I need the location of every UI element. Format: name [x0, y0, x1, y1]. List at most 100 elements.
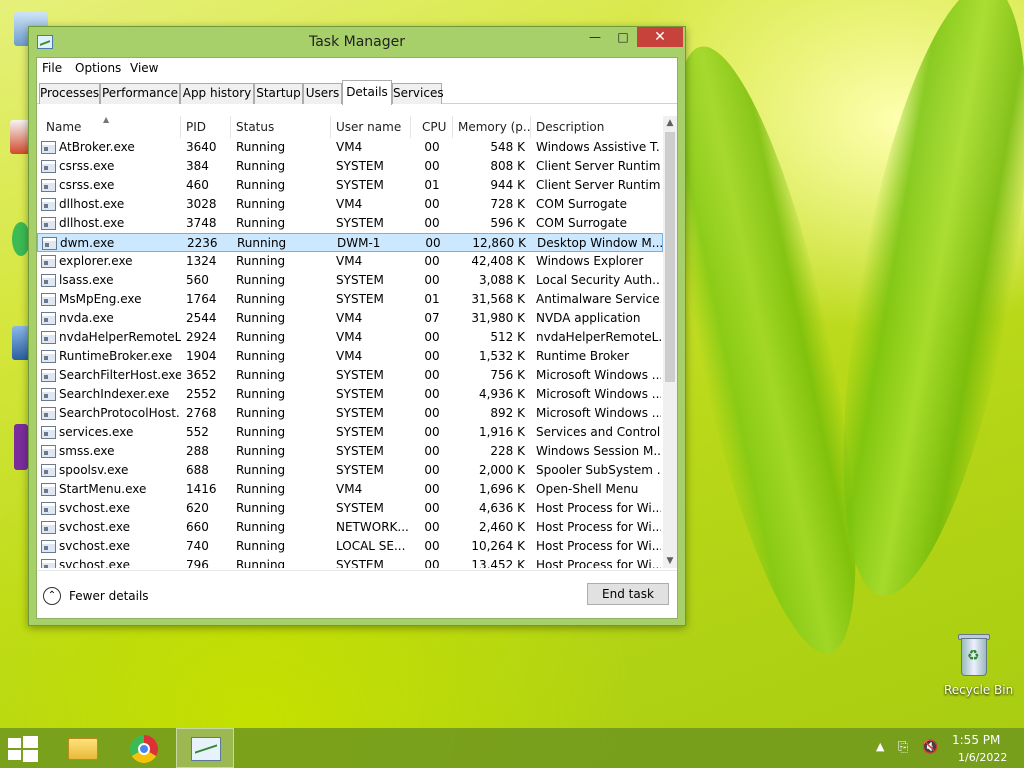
table-row[interactable]: svchost.exe 796 Running SYSTEM 00 13,452 K Hos… [37, 556, 663, 568]
cell-mem: 10,264 K [471, 539, 525, 553]
column-header-user-name[interactable]: User name [331, 116, 411, 138]
show-hidden-icons-icon[interactable]: ▲ [876, 740, 884, 753]
table-row[interactable]: StartMenu.exe 1416 Running VM4 00 1,696 K Open… [37, 480, 663, 499]
cell-desc: Host Process for Wi... [536, 558, 661, 568]
cell-pid: 1416 [186, 482, 217, 496]
table-row[interactable]: smss.exe 288 Running SYSTEM 00 228 K Windows S… [37, 442, 663, 461]
tab-details[interactable]: Details [342, 80, 392, 105]
menu-view[interactable]: View [130, 61, 158, 75]
scroll-down-icon[interactable]: ▼ [663, 554, 677, 568]
close-button[interactable]: ✕ [637, 27, 683, 47]
desktop-icon-data[interactable] [10, 120, 30, 154]
tab-startup[interactable]: Startup [254, 83, 303, 104]
cell-user: LOCAL SE... [336, 539, 406, 553]
table-row[interactable]: nvda.exe 2544 Running VM4 07 31,980 K NVDA app… [37, 309, 663, 328]
tab-app-history[interactable]: App history [180, 83, 254, 104]
cell-user: SYSTEM [336, 387, 384, 401]
table-row[interactable]: spoolsv.exe 688 Running SYSTEM 00 2,000 K Spoo… [37, 461, 663, 480]
table-row[interactable]: dllhost.exe 3028 Running VM4 00 728 K COM Surr… [37, 195, 663, 214]
cell-status: Running [236, 482, 286, 496]
scroll-up-icon[interactable]: ▲ [663, 116, 677, 130]
table-row[interactable]: dllhost.exe 3748 Running SYSTEM 00 596 K COM S… [37, 214, 663, 233]
tab-performance[interactable]: Performance [100, 83, 180, 104]
cell-pid: 3748 [186, 216, 217, 230]
table-row[interactable]: dwm.exe 2236 Running DWM-1 00 12,860 K Desktop… [37, 233, 663, 252]
taskbar-file-explorer[interactable] [52, 728, 110, 768]
cell-status: Running [236, 406, 286, 420]
taskbar-chrome[interactable] [114, 728, 172, 768]
cell-cpu: 00 [424, 387, 440, 401]
column-header-pid[interactable]: PID [181, 116, 231, 138]
cell-cpu: 00 [424, 520, 440, 534]
table-row[interactable]: SearchIndexer.exe 2552 Running SYSTEM 00 4,93… [37, 385, 663, 404]
table-row[interactable]: csrss.exe 460 Running SYSTEM 01 944 K Client S… [37, 176, 663, 195]
cell-name: lsass.exe [59, 273, 114, 287]
windows-start-icon[interactable] [8, 736, 38, 762]
scrollbar-thumb[interactable] [665, 132, 675, 382]
table-body: AtBroker.exe 3640 Running VM4 00 548 K Windows… [37, 138, 663, 568]
cell-desc: Services and Control... [536, 425, 661, 439]
cell-pid: 2544 [186, 311, 217, 325]
cell-desc: Windows Assistive T... [536, 140, 661, 154]
cell-pid: 2236 [187, 236, 218, 250]
fewer-details-link[interactable]: Fewer details [69, 589, 149, 603]
tab-services[interactable]: Services [392, 83, 444, 104]
cell-mem: 512 K [490, 330, 525, 344]
title-bar[interactable]: Task Manager — □ ✕ [29, 27, 685, 57]
menu-file[interactable]: File [42, 61, 62, 75]
column-header-description[interactable]: Description [531, 116, 663, 138]
cell-user: VM4 [336, 311, 363, 325]
cell-mem: 2,000 K [478, 463, 525, 477]
cell-user: VM4 [336, 330, 363, 344]
cell-status: Running [236, 520, 286, 534]
tab-processes[interactable]: Processes [39, 83, 100, 104]
cell-cpu: 00 [424, 368, 440, 382]
cell-status: Running [236, 140, 286, 154]
cell-cpu: 00 [424, 197, 440, 211]
column-header-name[interactable]: Name ▲ [37, 116, 181, 138]
taskbar-task-manager[interactable] [176, 728, 234, 768]
table-row[interactable]: csrss.exe 384 Running SYSTEM 00 808 K Client S… [37, 157, 663, 176]
column-header-cpu[interactable]: CPU [411, 116, 453, 138]
table-row[interactable]: nvdaHelperRemoteL... 2924 Running VM4 00 512 … [37, 328, 663, 347]
cell-pid: 1764 [186, 292, 217, 306]
table-row[interactable]: lsass.exe 560 Running SYSTEM 00 3,088 K Local … [37, 271, 663, 290]
table-row[interactable]: SearchFilterHost.exe 3652 Running SYSTEM 00 7… [37, 366, 663, 385]
table-row[interactable]: AtBroker.exe 3640 Running VM4 00 548 K Windows… [37, 138, 663, 157]
clock-date[interactable]: 1/6/2022 [958, 751, 1007, 764]
column-header-memory[interactable]: Memory (p... [453, 116, 531, 138]
cell-mem: 12,860 K [472, 236, 526, 250]
volume-muted-icon[interactable]: 🔇 [922, 740, 938, 755]
table-row[interactable]: svchost.exe 620 Running SYSTEM 00 4,636 K Host… [37, 499, 663, 518]
table-row[interactable]: explorer.exe 1324 Running VM4 00 42,408 K Wind… [37, 252, 663, 271]
menu-options[interactable]: Options [75, 61, 121, 75]
desktop-icon-purple[interactable] [14, 424, 28, 470]
table-row[interactable]: SearchProtocolHost... 2768 Running SYSTEM 00… [37, 404, 663, 423]
recycle-bin-icon[interactable]: ♻ [956, 632, 992, 678]
cell-mem: 13,452 K [471, 558, 525, 568]
chevron-up-icon[interactable]: ⌃ [43, 587, 61, 605]
cell-desc: Host Process for Wi... [536, 539, 661, 553]
clock-time[interactable]: 1:55 PM [952, 733, 1000, 747]
table-row[interactable]: services.exe 552 Running SYSTEM 00 1,916 K Ser… [37, 423, 663, 442]
table-row[interactable]: RuntimeBroker.exe 1904 Running VM4 00 1,532 K… [37, 347, 663, 366]
cell-cpu: 00 [424, 140, 440, 154]
maximize-button[interactable]: □ [609, 27, 637, 47]
table-row[interactable]: MsMpEng.exe 1764 Running SYSTEM 01 31,568 K An… [37, 290, 663, 309]
cell-name: svchost.exe [59, 539, 130, 553]
minimize-button[interactable]: — [581, 27, 609, 47]
cell-desc: Antimalware Service... [536, 292, 661, 306]
cell-status: Running [236, 349, 286, 363]
tab-users[interactable]: Users [303, 83, 342, 104]
cell-desc: Open-Shell Menu [536, 482, 639, 496]
cell-status: Running [236, 368, 286, 382]
cell-cpu: 00 [424, 482, 440, 496]
cell-user: VM4 [336, 197, 363, 211]
table-row[interactable]: svchost.exe 740 Running LOCAL SE... 00 10,264… [37, 537, 663, 556]
vertical-scrollbar[interactable]: ▲ ▼ [663, 116, 677, 568]
table-row[interactable]: svchost.exe 660 Running NETWORK... 00 2,460 K… [37, 518, 663, 537]
network-icon[interactable]: ⎘ [898, 740, 908, 755]
end-task-button[interactable]: End task [587, 583, 669, 605]
cell-name: svchost.exe [59, 501, 130, 515]
column-header-status[interactable]: Status [231, 116, 331, 138]
